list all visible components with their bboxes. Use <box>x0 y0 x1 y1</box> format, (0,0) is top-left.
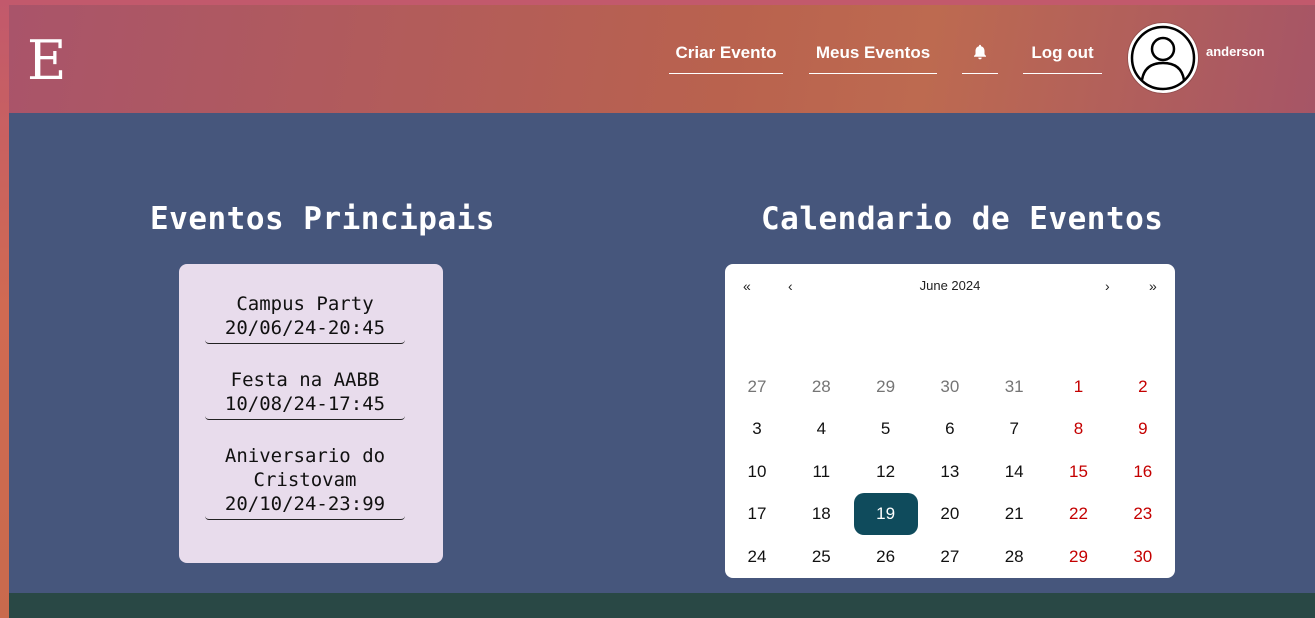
calendar-day[interactable]: 28 <box>982 536 1046 578</box>
calendar-day[interactable]: 31 <box>982 366 1046 408</box>
calendar-day[interactable]: 28 <box>789 366 853 408</box>
user-avatar-icon <box>1130 25 1196 91</box>
calendar-day[interactable]: 29 <box>1047 536 1111 578</box>
calendar-day[interactable]: 21 <box>982 493 1046 535</box>
calendar-day[interactable]: 30 <box>918 366 982 408</box>
user-avatar[interactable] <box>1128 23 1198 93</box>
calendar-day[interactable]: 23 <box>1111 493 1175 535</box>
calendar-day[interactable]: 22 <box>1047 493 1111 535</box>
calendar-day[interactable]: 29 <box>854 366 918 408</box>
calendar-day[interactable]: 17 <box>725 493 789 535</box>
calendar-day[interactable]: 2 <box>1111 366 1175 408</box>
next-month-button[interactable]: › <box>1105 278 1110 294</box>
event-datetime: 20/06/24-20:45 <box>224 317 386 339</box>
footer <box>9 593 1315 618</box>
calendar-day[interactable]: 25 <box>789 536 853 578</box>
calendar-day[interactable]: 27 <box>725 366 789 408</box>
events-list: Campus Party 20/06/24-20:45 Festa na AAB… <box>179 264 443 563</box>
calendar-day[interactable]: 18 <box>789 493 853 535</box>
event-name: Festa na AABB <box>230 369 380 391</box>
event-name: Aniversario do Cristovam <box>224 445 386 491</box>
calendar-day[interactable]: 7 <box>982 408 1046 450</box>
site-logo[interactable]: E <box>27 33 67 89</box>
calendar-day[interactable]: 4 <box>789 408 853 450</box>
nav-meus-eventos[interactable]: Meus Eventos <box>809 43 937 74</box>
calendar-day[interactable]: 10 <box>725 451 789 493</box>
nav-criar-evento[interactable]: Criar Evento <box>669 43 783 74</box>
nav-logout[interactable]: Log out <box>1023 43 1102 74</box>
next-year-button[interactable]: » <box>1149 278 1157 294</box>
calendar-day[interactable]: 30 <box>1111 536 1175 578</box>
calendar-day[interactable]: 15 <box>1047 451 1111 493</box>
calendar-day[interactable]: 6 <box>918 408 982 450</box>
events-title: Eventos Principais <box>150 201 495 237</box>
calendar-day[interactable]: 5 <box>854 408 918 450</box>
event-card[interactable]: Festa na AABB 10/08/24-17:45 <box>205 368 405 420</box>
calendar-day[interactable]: 24 <box>725 536 789 578</box>
calendar-day[interactable]: 9 <box>1111 408 1175 450</box>
prev-month-button[interactable]: ‹ <box>788 278 793 294</box>
calendar-day[interactable]: 14 <box>982 451 1046 493</box>
prev-year-button[interactable]: « <box>743 278 751 294</box>
calendar-day[interactable]: 16 <box>1111 451 1175 493</box>
bell-icon <box>974 44 986 60</box>
calendar-day[interactable]: 8 <box>1047 408 1111 450</box>
calendar-day[interactable]: 20 <box>918 493 982 535</box>
calendar-day[interactable]: 13 <box>918 451 982 493</box>
username[interactable]: anderson <box>1206 44 1265 59</box>
notifications-button[interactable] <box>962 43 998 74</box>
event-datetime: 10/08/24-17:45 <box>224 393 386 415</box>
calendar-day[interactable]: 26 <box>854 536 918 578</box>
calendar-title: Calendario de Eventos <box>761 201 1164 237</box>
event-card[interactable]: Aniversario do Cristovam 20/10/24-23:99 <box>205 444 405 520</box>
calendar-day[interactable]: 1 <box>1047 366 1111 408</box>
calendar-day[interactable]: 12 <box>854 451 918 493</box>
event-calendar: « ‹ June 2024 › » 27 28 29 30 31 1 2 3 4 5 6 7 8 9 10 1… <box>725 264 1175 578</box>
calendar-day[interactable]: 11 <box>789 451 853 493</box>
event-card[interactable]: Campus Party 20/06/24-20:45 <box>205 292 405 344</box>
calendar-day[interactable]: 19 <box>853 493 918 535</box>
event-name: Campus Party <box>236 293 374 315</box>
calendar-day[interactable]: 3 <box>725 408 789 450</box>
app: E Criar Evento Meus Eventos Log out ande… <box>9 5 1315 618</box>
top-navbar: E Criar Evento Meus Eventos Log out ande… <box>9 5 1315 113</box>
event-datetime: 20/10/24-23:99 <box>224 493 386 515</box>
calendar-day[interactable]: 27 <box>918 536 982 578</box>
